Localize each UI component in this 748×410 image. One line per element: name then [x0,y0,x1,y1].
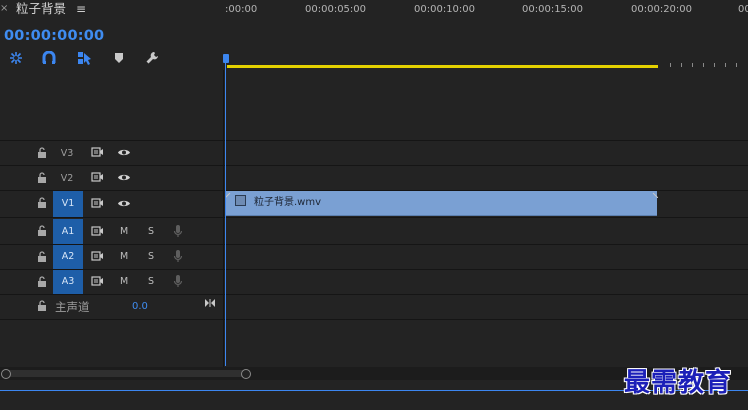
clip-end-marker [652,188,659,201]
lock-icon[interactable] [37,172,47,186]
microphone-icon[interactable] [173,249,183,266]
lock-icon[interactable] [37,300,47,314]
solo-button[interactable]: S [148,251,154,262]
zoom-handle-right[interactable] [241,369,251,379]
magnet-icon[interactable] [41,50,57,66]
marker-icon[interactable] [111,50,127,66]
ruler-tick [703,63,704,67]
clip-name: 粒子背景.wmv [254,197,322,208]
track-target-a3[interactable]: A3 [53,270,83,294]
ruler-tick [681,63,682,67]
mute-button[interactable]: M [120,251,128,262]
mute-button[interactable]: M [120,226,128,237]
playhead-line[interactable] [225,54,226,366]
sync-lock-icon[interactable] [91,250,104,265]
work-area-bar[interactable] [227,65,658,68]
track-divider [0,294,748,295]
track-divider [0,165,748,166]
sync-lock-icon[interactable] [91,197,104,212]
track-label-v2[interactable]: V2 [55,173,79,184]
watermark: 最需教育 [624,368,733,398]
panel-menu-icon[interactable]: ≡ [76,1,86,17]
zoom-handle-left[interactable] [1,369,11,379]
header-divider [223,70,224,367]
solo-button[interactable]: S [148,276,154,287]
track-divider [0,140,748,141]
ruler-label: 00 [738,4,748,15]
ruler-tick [692,63,693,67]
ruler-tick [736,63,737,67]
eye-icon[interactable] [117,147,131,161]
track-divider [0,319,748,320]
snap-icon[interactable] [8,50,24,66]
track-label-v3[interactable]: V3 [55,148,79,159]
scrollbar-thumb[interactable] [4,370,247,377]
track-target-a1[interactable]: A1 [53,219,83,244]
ruler-tick [670,63,671,67]
sync-lock-icon[interactable] [91,146,104,161]
sync-lock-icon[interactable] [91,275,104,290]
mute-button[interactable]: M [120,276,128,287]
playhead-handle[interactable] [223,54,229,63]
bowtie-icon[interactable] [204,298,216,311]
master-track-label: 主声道 [55,300,90,314]
microphone-icon[interactable] [173,224,183,241]
fx-badge-icon [235,195,246,206]
microphone-icon[interactable] [173,274,183,291]
ruler-label: 00:00:20:00 [631,4,693,15]
playhead-timecode[interactable]: 00:00:00:00 [4,27,104,45]
close-tab-icon[interactable]: × [0,2,10,16]
track-target-v1[interactable]: V1 [53,191,83,217]
ruler-label: :00:00 [225,4,258,15]
lock-icon[interactable] [37,225,47,239]
sync-lock-icon[interactable] [91,225,104,240]
solo-button[interactable]: S [148,226,154,237]
track-divider [0,269,748,270]
ruler-tick [714,63,715,67]
ruler-label: 00:00:10:00 [414,4,476,15]
ruler-label: 00:00:05:00 [305,4,367,15]
sequence-title[interactable]: 粒子背景 [16,1,66,17]
ruler-tick [725,63,726,67]
lock-icon[interactable] [37,276,47,290]
linked-selection-icon[interactable] [76,50,92,66]
lock-icon[interactable] [37,251,47,265]
sync-lock-icon[interactable] [91,171,104,186]
track-divider [0,217,748,218]
eye-icon[interactable] [117,172,131,186]
lock-icon[interactable] [37,147,47,161]
track-divider [0,244,748,245]
eye-icon[interactable] [117,198,131,212]
lock-icon[interactable] [37,197,47,211]
wrench-icon[interactable] [144,50,160,66]
master-volume-value[interactable]: 0.0 [132,301,148,312]
track-target-a2[interactable]: A2 [53,245,83,269]
ruler-label: 00:00:15:00 [522,4,584,15]
